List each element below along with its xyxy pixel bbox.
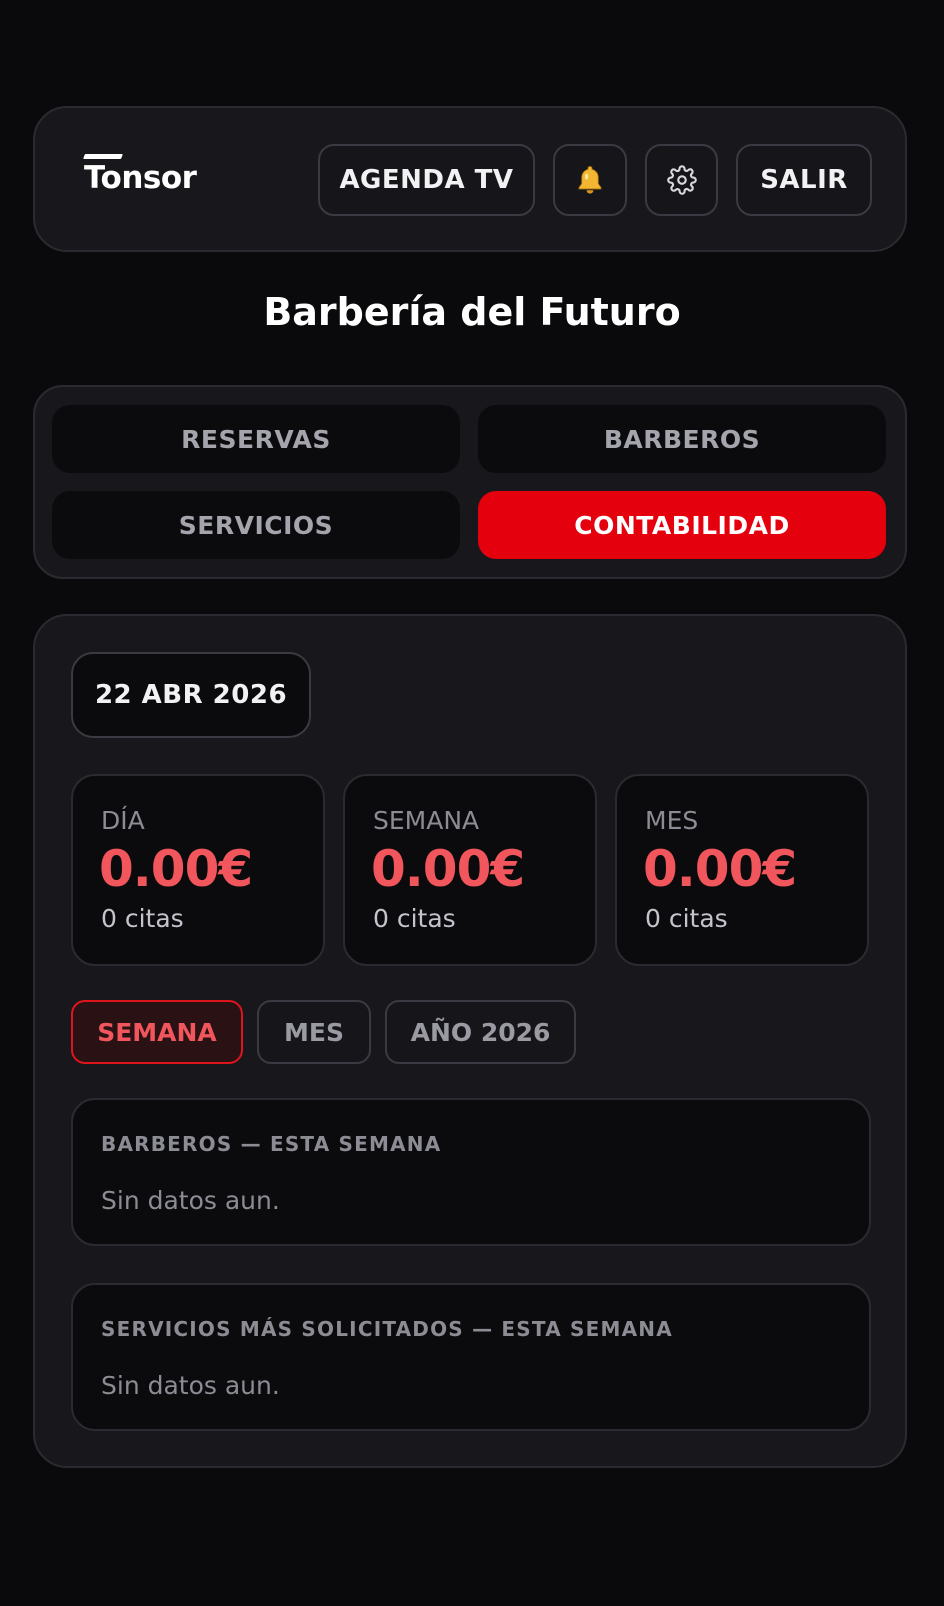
- stat-amount: 0.00€: [643, 840, 797, 898]
- servicios-summary-panel: SERVICIOS MÁS SOLICITADOS — ESTA SEMANA …: [71, 1283, 871, 1431]
- panel-empty-text: Sin datos aun.: [101, 1186, 280, 1215]
- stat-amount: 0.00€: [371, 840, 525, 898]
- tab-contabilidad[interactable]: CONTABILIDAD: [478, 491, 886, 559]
- stat-label: MES: [645, 806, 699, 835]
- logout-button[interactable]: SALIR: [736, 144, 872, 216]
- filter-ano-label: AÑO 2026: [410, 1017, 551, 1047]
- tonsor-logo[interactable]: Tonsor: [83, 154, 197, 196]
- date-picker-button[interactable]: 22 ABR 2026: [71, 652, 311, 738]
- page: Tonsor AGENDA TV SALIR Barbería del Futu…: [0, 0, 944, 1606]
- panel-heading: SERVICIOS MÁS SOLICITADOS — ESTA SEMANA: [101, 1317, 673, 1341]
- section-tabs: RESERVAS BARBEROS SERVICIOS CONTABILIDAD: [33, 385, 907, 579]
- logout-label: SALIR: [760, 165, 848, 195]
- stat-card-semana: SEMANA 0.00€ 0 citas: [343, 774, 597, 966]
- stat-count: 0 citas: [645, 904, 728, 933]
- tab-reservas[interactable]: RESERVAS: [52, 405, 460, 473]
- notifications-button[interactable]: [553, 144, 627, 216]
- stat-count: 0 citas: [101, 904, 184, 933]
- top-bar: Tonsor AGENDA TV SALIR: [33, 106, 907, 252]
- stat-card-dia: DÍA 0.00€ 0 citas: [71, 774, 325, 966]
- tab-servicios[interactable]: SERVICIOS: [52, 491, 460, 559]
- filter-mes-label: MES: [284, 1017, 344, 1047]
- filter-semana-button[interactable]: SEMANA: [71, 1000, 243, 1064]
- agenda-tv-label: AGENDA TV: [339, 165, 514, 195]
- gear-icon: [666, 165, 697, 195]
- stat-label: SEMANA: [373, 806, 480, 835]
- tab-servicios-label: SERVICIOS: [178, 510, 334, 540]
- filter-semana-label: SEMANA: [97, 1017, 217, 1047]
- tab-contabilidad-label: CONTABILIDAD: [574, 510, 790, 540]
- logo-text: Tonsor: [84, 160, 197, 196]
- tab-barberos[interactable]: BARBEROS: [478, 405, 886, 473]
- tab-reservas-label: RESERVAS: [181, 424, 331, 454]
- filter-ano-button[interactable]: AÑO 2026: [385, 1000, 576, 1064]
- settings-button[interactable]: [645, 144, 718, 216]
- filter-mes-button[interactable]: MES: [257, 1000, 371, 1064]
- tab-barberos-label: BARBEROS: [603, 424, 761, 454]
- date-label: 22 ABR 2026: [94, 680, 288, 710]
- stat-amount: 0.00€: [99, 840, 253, 898]
- bell-icon: [578, 166, 602, 194]
- barberos-summary-panel: BARBEROS — ESTA SEMANA Sin datos aun.: [71, 1098, 871, 1246]
- panel-empty-text: Sin datos aun.: [101, 1371, 280, 1400]
- stat-card-mes: MES 0.00€ 0 citas: [615, 774, 869, 966]
- stat-count: 0 citas: [373, 904, 456, 933]
- stat-label: DÍA: [101, 806, 145, 835]
- page-title: Barbería del Futuro: [263, 290, 681, 334]
- agenda-tv-button[interactable]: AGENDA TV: [318, 144, 535, 216]
- logo-bar: [83, 154, 123, 159]
- panel-heading: BARBEROS — ESTA SEMANA: [101, 1132, 442, 1156]
- accounting-card: 22 ABR 2026 DÍA 0.00€ 0 citas SEMANA 0.0…: [33, 614, 907, 1468]
